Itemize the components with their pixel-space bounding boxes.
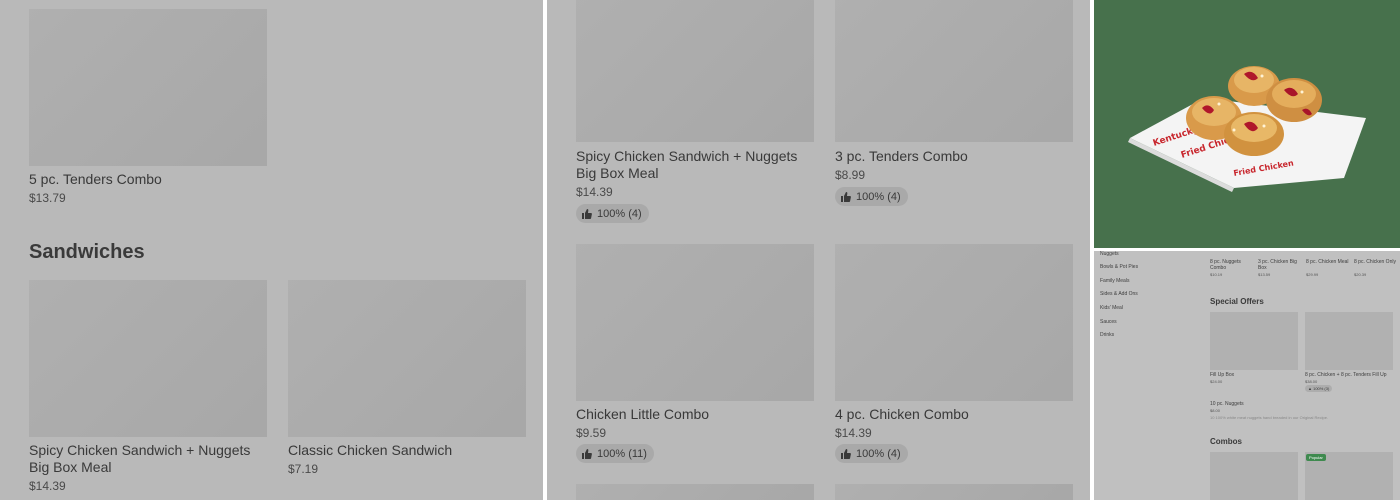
popular-badge: Popular — [1306, 454, 1326, 461]
sidebar-item[interactable]: Drinks — [1100, 332, 1114, 338]
item-price: $14.39 — [835, 426, 872, 440]
item-price: $13.59 — [1258, 272, 1271, 277]
sidebar-item[interactable]: Kids' Meal — [1100, 305, 1123, 311]
rating-text: 100% (4) — [597, 207, 642, 220]
thumbs-up-icon: ▲ — [1308, 386, 1312, 391]
thumbs-up-icon — [582, 448, 592, 459]
item-price: $14.39 — [29, 479, 66, 493]
item-name[interactable]: 3 pc. Chicken Big Box — [1258, 259, 1302, 271]
rating-text: 100% (4) — [856, 447, 901, 460]
menu-panel-middle: Spicy Chicken Sandwich + Nuggets Big Box… — [547, 0, 1090, 500]
item-name[interactable]: 8 pc. Chicken + 8 pc. Tenders Fill Up — [1305, 372, 1397, 378]
item-image[interactable] — [835, 0, 1073, 142]
rating-badge: 100% (4) — [835, 187, 908, 206]
item-price: $9.59 — [576, 426, 607, 440]
product-photo: Kentucky Fried Chicken Fried Chicken — [1128, 66, 1366, 192]
item-image[interactable] — [835, 244, 1073, 401]
item-image[interactable] — [1210, 452, 1298, 500]
item-name[interactable]: Spicy Chicken Sandwich + Nuggets Big Box… — [576, 148, 816, 182]
sidebar-item[interactable]: Bowls & Pot Pies — [1100, 264, 1138, 270]
item-name[interactable]: 8 pc. Chicken Meal — [1306, 259, 1350, 265]
product-photo-panel: Kentucky Fried Chicken Fried Chicken — [1094, 0, 1400, 248]
rating-badge: 100% (4) — [576, 204, 649, 223]
item-image[interactable] — [576, 0, 814, 142]
sidebar-item[interactable]: Nuggets — [1100, 251, 1119, 257]
item-price: $7.19 — [288, 462, 319, 476]
section-title-combos: Combos — [1210, 437, 1242, 446]
item-price: $29.99 — [1306, 272, 1319, 277]
item-price: $8.00 — [1210, 408, 1221, 413]
item-price: $38.00 — [1305, 379, 1318, 384]
section-title-special-offers: Special Offers — [1210, 297, 1264, 306]
item-name[interactable]: 5 pc. Tenders Combo — [29, 171, 162, 188]
item-image[interactable] — [1210, 312, 1298, 370]
item-name[interactable]: 8 pc. Nuggets Combo — [1210, 259, 1254, 271]
item-description: 10 100% white meat nuggets hand breaded … — [1210, 415, 1329, 420]
item-name[interactable]: Fill Up Box — [1210, 372, 1234, 378]
rating-text: 100% (4) — [856, 190, 901, 203]
item-price: $13.79 — [29, 191, 66, 205]
item-image-classic-sandwich[interactable] — [288, 280, 526, 437]
thumbs-up-icon — [841, 448, 851, 459]
rating-badge: 100% (4) — [835, 444, 908, 463]
item-image[interactable] — [576, 244, 814, 401]
item-price: $10.19 — [1210, 272, 1223, 277]
rating-badge: 100% (11) — [576, 444, 654, 463]
rating-text: 100% (3) — [1313, 386, 1330, 391]
item-name[interactable]: 3 pc. Tenders Combo — [835, 148, 968, 165]
section-title-sandwiches: Sandwiches — [29, 241, 145, 263]
thumbs-up-icon — [582, 208, 592, 219]
item-image[interactable] — [835, 484, 1073, 500]
item-name[interactable]: Chicken Little Combo — [576, 406, 709, 423]
item-image[interactable] — [1305, 312, 1393, 370]
sidebar-item[interactable]: Sauces — [1100, 319, 1117, 325]
item-price: $24.00 — [1210, 379, 1223, 384]
item-name[interactable]: 8 pc. Chicken Only — [1354, 259, 1398, 265]
rating-badge: ▲ 100% (3) — [1305, 385, 1333, 392]
sidebar-item[interactable]: Family Meals — [1100, 278, 1129, 284]
menu-overview-panel: Nuggets Bowls & Pot Pies Family Meals Si… — [1094, 251, 1400, 500]
item-price: $14.39 — [576, 185, 613, 199]
item-image-tenders-5pc[interactable] — [29, 9, 267, 166]
item-image[interactable] — [576, 484, 814, 500]
item-name[interactable]: Classic Chicken Sandwich — [288, 442, 452, 459]
sidebar-item[interactable]: Sides & Add Ons — [1100, 291, 1138, 297]
rating-text: 100% (11) — [597, 447, 647, 460]
item-image-spicy-bigbox[interactable] — [29, 280, 267, 437]
menu-panel-left: 5 pc. Tenders Combo $13.79 Sandwiches Sp… — [0, 0, 543, 500]
item-name[interactable]: 10 pc. Nuggets — [1210, 401, 1244, 407]
item-price: $8.99 — [835, 168, 866, 182]
thumbs-up-icon — [841, 191, 851, 202]
item-price: $20.39 — [1354, 272, 1367, 277]
item-name[interactable]: Spicy Chicken Sandwich + Nuggets Big Box… — [29, 442, 269, 476]
item-name[interactable]: 4 pc. Chicken Combo — [835, 406, 969, 423]
